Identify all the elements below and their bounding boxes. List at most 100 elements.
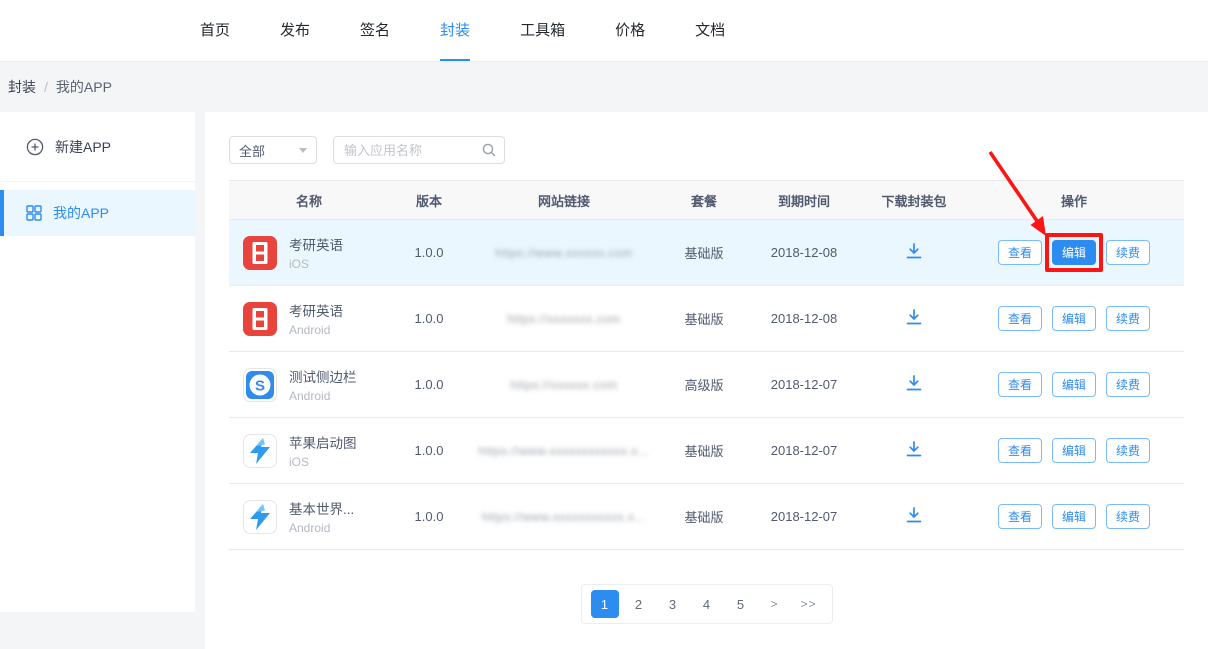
name-cell: 考研英语 Android: [289, 300, 343, 337]
table-header-row: 名称 版本 网站链接 套餐 到期时间 下载封装包 操作: [229, 180, 1184, 220]
type-select-value: 全部: [239, 141, 265, 160]
download-button[interactable]: [902, 239, 926, 266]
cell-actions: 查看 编辑 续费: [969, 504, 1179, 529]
table-row: 苹果启动图 iOS 1.0.0 https://www.xxxxxxxxxxxx…: [229, 418, 1184, 484]
svg-text:S: S: [255, 377, 265, 394]
page-button-3[interactable]: 3: [659, 590, 687, 618]
sidebar-item-my-app[interactable]: 我的APP: [0, 190, 195, 236]
sidebar: 新建APP 我的APP: [0, 112, 195, 612]
sidebar-item-label: 我的APP: [53, 203, 109, 223]
nav-item-label: 价格: [615, 19, 645, 40]
nav-item-label: 工具箱: [520, 19, 565, 40]
main-panel: 全部 名称 版本 网站链接 套餐 到期时间 下载封装包 操作: [205, 112, 1208, 649]
chevron-down-icon: [299, 148, 307, 153]
header-name: 名称: [229, 191, 389, 210]
app-platform: Android: [289, 521, 354, 535]
sidebar-item-new-app[interactable]: 新建APP: [0, 112, 195, 182]
cell-download: [859, 305, 969, 332]
s-app-icon: S: [243, 368, 277, 402]
page-button-1[interactable]: 1: [591, 590, 619, 618]
renew-button[interactable]: 续费: [1106, 240, 1150, 265]
view-button[interactable]: 查看: [998, 438, 1042, 463]
last-page-button[interactable]: >>: [795, 590, 823, 618]
cell-url: https://xxxxxxx.com: [469, 311, 659, 326]
pagination-group: 1 2 3 4 5 > >>: [581, 584, 833, 624]
app-platform: iOS: [289, 257, 343, 271]
nav-item-package[interactable]: 封装: [440, 0, 470, 61]
cell-version: 1.0.0: [389, 245, 469, 260]
page-button-2[interactable]: 2: [625, 590, 653, 618]
search-input[interactable]: [333, 136, 505, 164]
cell-url: https://xxxxxx.com: [469, 377, 659, 392]
bolt-app-icon: [243, 500, 277, 534]
view-button[interactable]: 查看: [998, 504, 1042, 529]
url-text: https://www.xxxxxx.com: [495, 246, 633, 260]
page-button-5[interactable]: 5: [727, 590, 755, 618]
breadcrumb-section[interactable]: 封装: [8, 77, 36, 97]
nav-item-docs[interactable]: 文档: [695, 0, 725, 61]
page-button-4[interactable]: 4: [693, 590, 721, 618]
header-download: 下载封装包: [859, 191, 969, 210]
app-platform: Android: [289, 323, 343, 337]
pagination: 1 2 3 4 5 > >>: [229, 584, 1184, 624]
nav-item-publish[interactable]: 发布: [280, 0, 310, 61]
header-expire: 到期时间: [749, 191, 859, 210]
header-version: 版本: [389, 191, 469, 210]
filter-row: 全部: [229, 136, 1184, 164]
download-icon: [904, 241, 924, 261]
nav-item-price[interactable]: 价格: [615, 0, 645, 61]
nav-item-label: 文档: [695, 19, 725, 40]
sidebar-item-label: 新建APP: [55, 137, 111, 157]
edit-button[interactable]: 编辑: [1052, 306, 1096, 331]
cell-version: 1.0.0: [389, 377, 469, 392]
nav-item-home[interactable]: 首页: [200, 0, 230, 61]
header-url: 网站链接: [469, 191, 659, 210]
edit-button[interactable]: 编辑: [1052, 504, 1096, 529]
download-button[interactable]: [902, 305, 926, 332]
cell-actions: 查看 编辑 续费: [969, 372, 1179, 397]
cell-expire: 2018-12-08: [749, 245, 859, 260]
download-button[interactable]: [902, 437, 926, 464]
renew-button[interactable]: 续费: [1106, 438, 1150, 463]
app-table: 名称 版本 网站链接 套餐 到期时间 下载封装包 操作 考研英语 iOS: [229, 180, 1184, 550]
view-button[interactable]: 查看: [998, 240, 1042, 265]
download-button[interactable]: [902, 503, 926, 530]
download-icon: [904, 373, 924, 393]
app-name: 苹果启动图: [289, 432, 357, 452]
next-page-button[interactable]: >: [761, 590, 789, 618]
cell-expire: 2018-12-07: [749, 509, 859, 524]
type-select[interactable]: 全部: [229, 136, 317, 164]
download-button[interactable]: [902, 371, 926, 398]
edit-button[interactable]: 编辑: [1052, 240, 1096, 265]
cell-url: https://www.xxxxxxxxxxx.x...: [469, 509, 659, 524]
cell-version: 1.0.0: [389, 509, 469, 524]
search-icon[interactable]: [481, 142, 497, 158]
nav-item-label: 发布: [280, 19, 310, 40]
cell-plan: 基础版: [659, 441, 749, 460]
renew-button[interactable]: 续费: [1106, 372, 1150, 397]
view-button[interactable]: 查看: [998, 306, 1042, 331]
nav-item-toolbox[interactable]: 工具箱: [520, 0, 565, 61]
renew-button[interactable]: 续费: [1106, 306, 1150, 331]
view-button[interactable]: 查看: [998, 372, 1042, 397]
app-name: 考研英语: [289, 234, 343, 254]
cell-url: https://www.xxxxxx.com: [469, 245, 659, 260]
cell-expire: 2018-12-08: [749, 311, 859, 326]
film-app-icon: [243, 236, 277, 270]
download-icon: [904, 439, 924, 459]
nav-item-sign[interactable]: 签名: [360, 0, 390, 61]
url-text: https://xxxxxxx.com: [507, 312, 621, 326]
url-text: https://www.xxxxxxxxxxx.x...: [482, 510, 646, 524]
app-name: 测试侧边栏: [289, 366, 357, 386]
annotation-red-frame: 编辑: [1045, 233, 1103, 272]
cell-expire: 2018-12-07: [749, 377, 859, 392]
name-cell: 苹果启动图 iOS: [289, 432, 357, 469]
renew-button[interactable]: 续费: [1106, 504, 1150, 529]
nav-item-label: 封装: [440, 19, 470, 40]
table-row: 考研英语 iOS 1.0.0 https://www.xxxxxx.com 基础…: [229, 220, 1184, 286]
edit-button[interactable]: 编辑: [1052, 372, 1096, 397]
cell-url: https://www.xxxxxxxxxxxx.x...: [469, 443, 659, 458]
cell-plan: 高级版: [659, 375, 749, 394]
edit-button[interactable]: 编辑: [1052, 438, 1096, 463]
grid-icon: [26, 205, 42, 221]
